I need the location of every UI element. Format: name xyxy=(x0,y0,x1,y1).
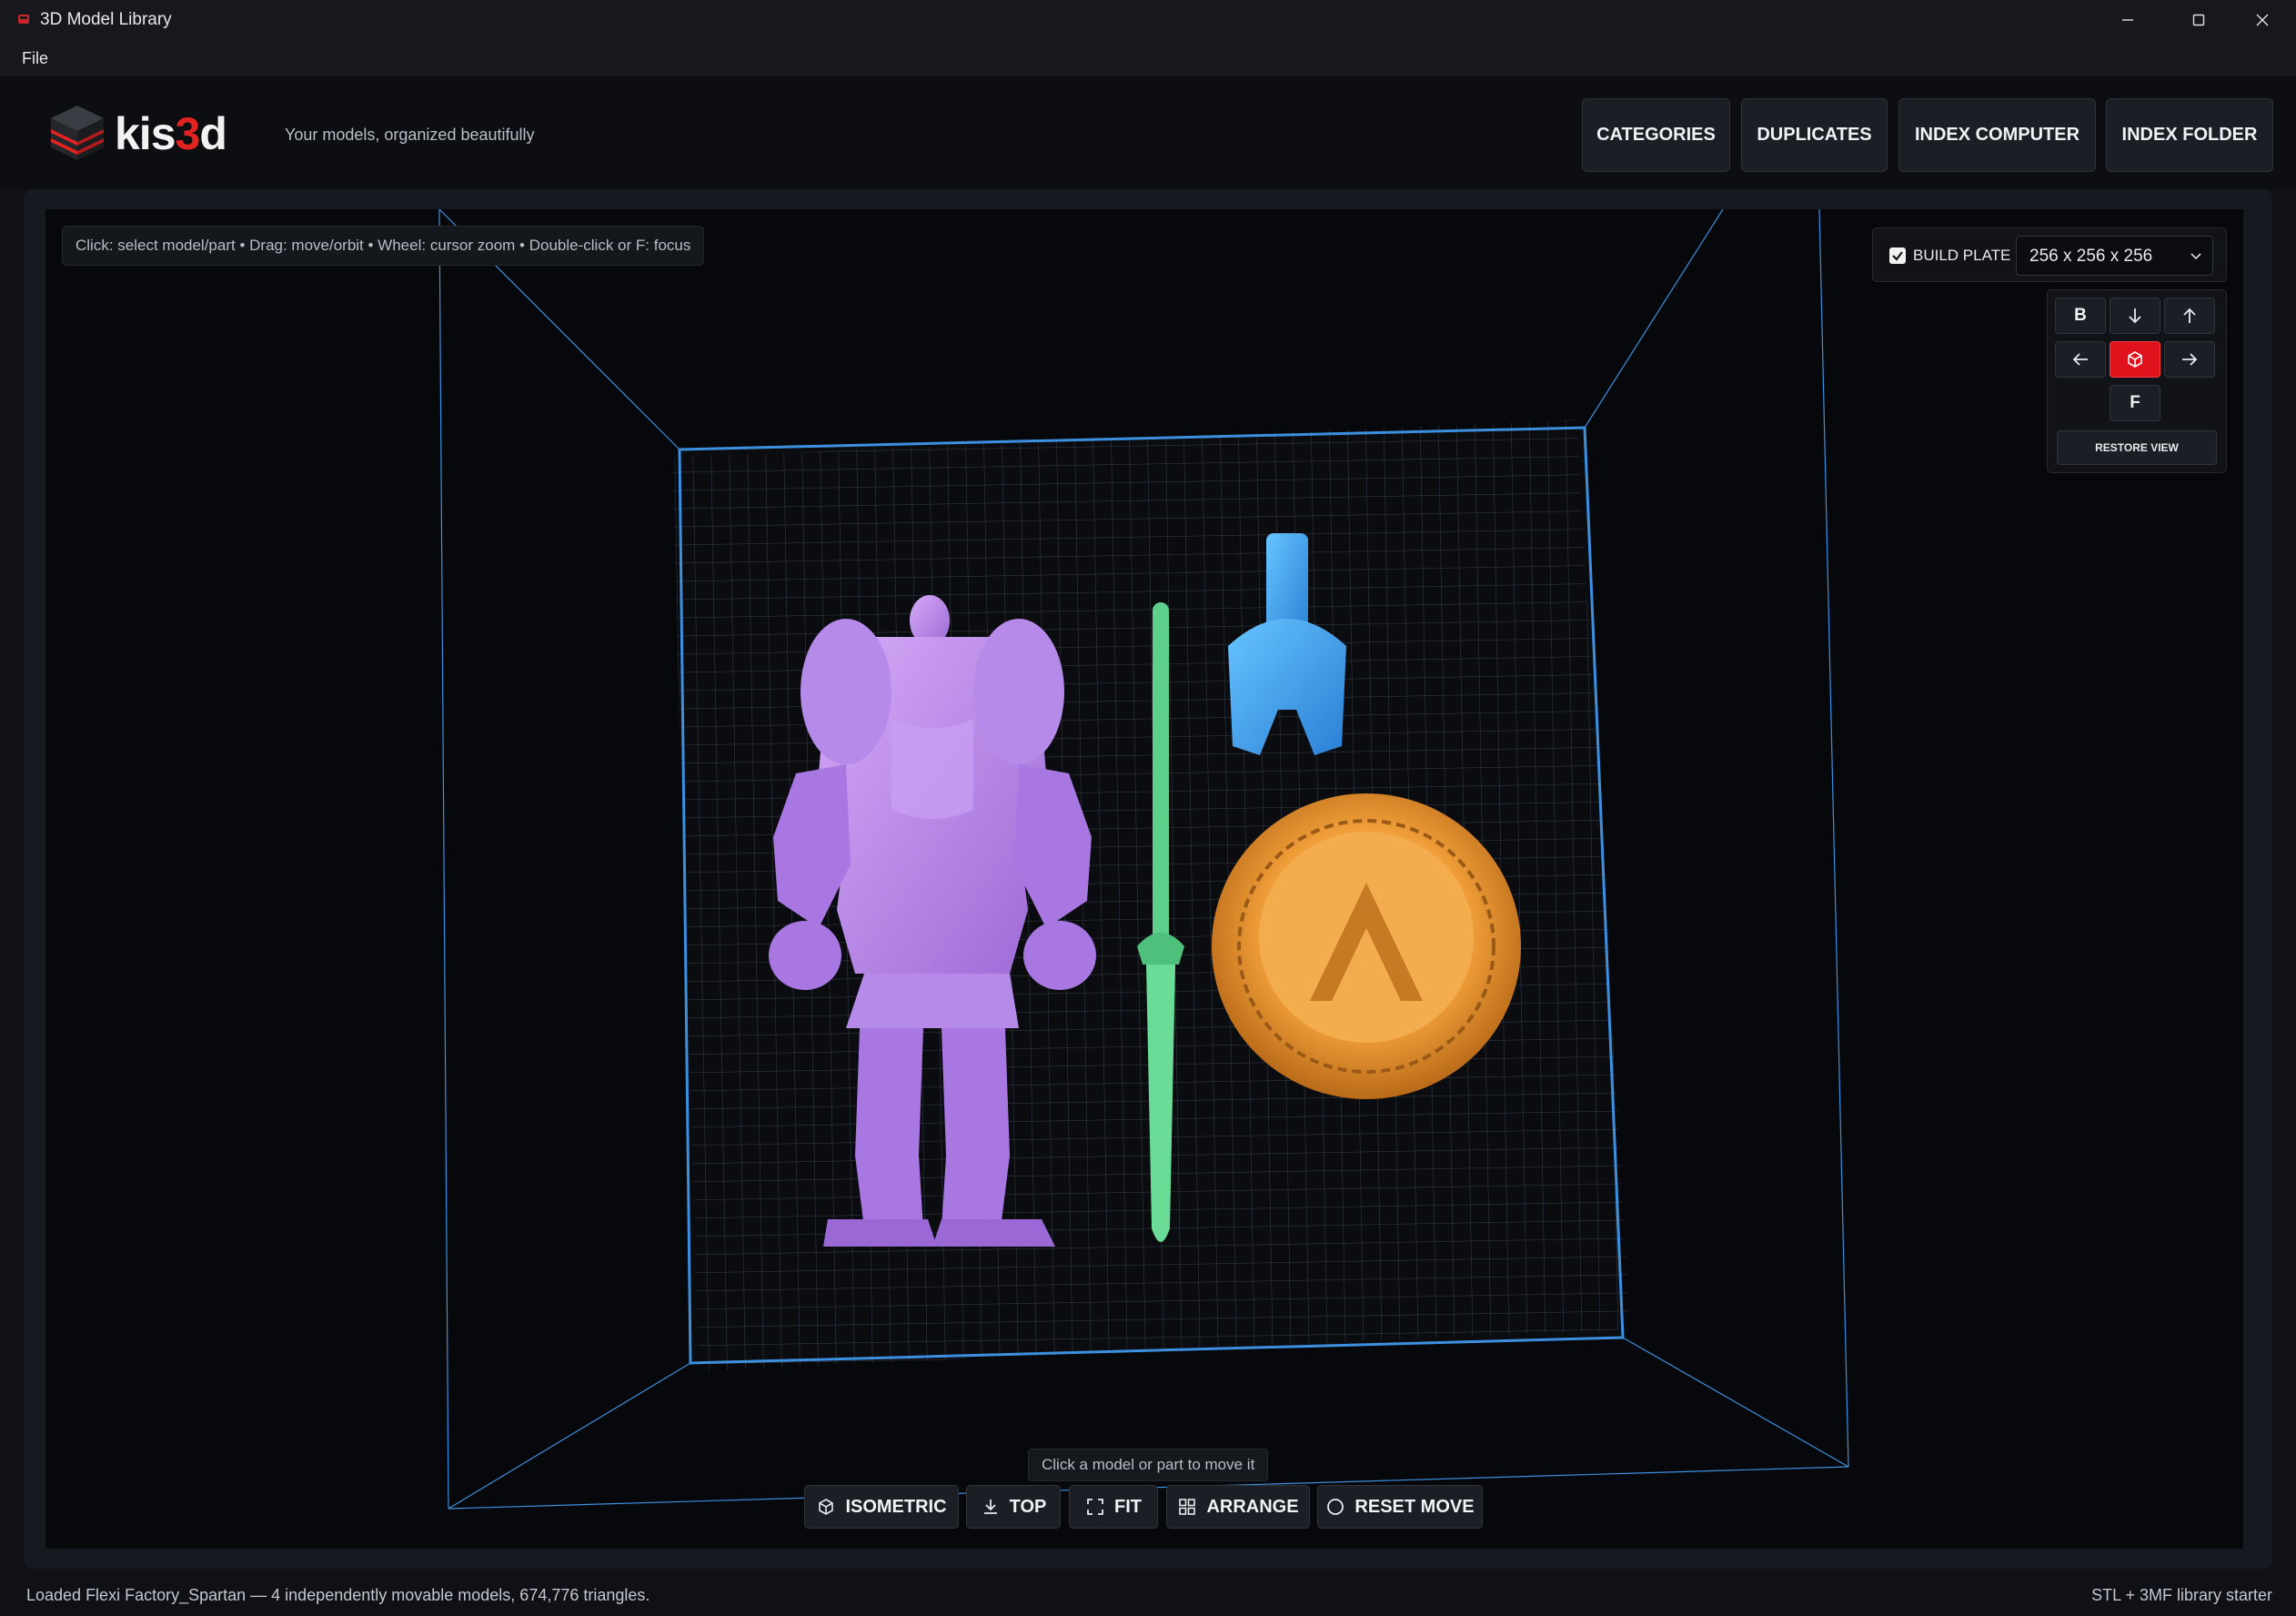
build-plate-label: BUILD PLATE xyxy=(1913,247,2011,264)
view-down-button[interactable] xyxy=(2110,298,2160,334)
view-up-button[interactable] xyxy=(2164,298,2215,334)
circle-icon xyxy=(1327,1499,1344,1515)
arrow-left-icon xyxy=(2072,353,2088,366)
cube-icon xyxy=(819,1499,834,1515)
build-plate-size-select[interactable]: 256 x 256 x 256 xyxy=(2016,236,2213,276)
3d-viewport[interactable]: Click: select model/part • Drag: move/or… xyxy=(45,209,2243,1549)
app-icon xyxy=(18,15,29,24)
cube-icon xyxy=(2128,351,2142,368)
status-bar: Loaded Flexi Factory_Spartan — 4 indepen… xyxy=(0,1576,2296,1616)
controls-hint: Click: select model/part • Drag: move/or… xyxy=(62,226,705,266)
check-icon xyxy=(1892,251,1903,261)
fit-frame-icon xyxy=(1087,1499,1103,1515)
view-front-button[interactable]: F xyxy=(2110,385,2160,421)
close-icon xyxy=(2256,14,2269,26)
arrow-up-icon xyxy=(2183,308,2196,323)
spartan-shield-model[interactable] xyxy=(1212,793,1521,1099)
arrow-down-icon xyxy=(2129,308,2141,324)
minimize-button[interactable] xyxy=(2096,0,2160,40)
move-hint: Click a model or part to move it xyxy=(1028,1449,1269,1481)
status-info: STL + 3MF library starter xyxy=(2091,1586,2272,1604)
view-controls: B F RESTORE VIEW xyxy=(2047,289,2227,473)
close-button[interactable] xyxy=(2231,0,2294,40)
menu-bar: File xyxy=(0,40,2296,76)
arrange-button[interactable]: ARRANGE xyxy=(1166,1485,1310,1529)
view-right-button[interactable] xyxy=(2164,341,2215,378)
view-back-button[interactable]: B xyxy=(2055,298,2106,334)
maximize-icon xyxy=(2192,14,2205,26)
title-bar: 3D Model Library xyxy=(0,0,2296,40)
build-plate-size-value: 256 x 256 x 256 xyxy=(2029,247,2153,266)
minimize-icon xyxy=(2122,19,2133,21)
isometric-button[interactable]: ISOMETRIC xyxy=(804,1485,959,1529)
logo-icon xyxy=(51,106,104,160)
view-iso-cube-button[interactable] xyxy=(2110,341,2160,378)
arrow-right-icon xyxy=(2182,353,2198,366)
restore-view-button[interactable]: RESTORE VIEW xyxy=(2057,430,2217,465)
build-plate-panel: BUILD PLATE 256 x 256 x 256 xyxy=(1872,227,2227,282)
build-plate-checkbox[interactable] xyxy=(1889,247,1906,264)
chevron-down-icon xyxy=(2190,253,2201,260)
index-computer-button[interactable]: INDEX COMPUTER xyxy=(1898,98,2096,172)
view-left-button[interactable] xyxy=(2055,341,2106,378)
status-message: Loaded Flexi Factory_Spartan — 4 indepen… xyxy=(26,1586,650,1604)
top-view-button[interactable]: TOP xyxy=(966,1485,1061,1529)
logo-wordmark: kis3d xyxy=(115,108,227,159)
fit-button[interactable]: FIT xyxy=(1069,1485,1158,1529)
tagline: Your models, organized beautifully xyxy=(285,126,535,144)
grid-icon xyxy=(1179,1499,1196,1515)
scene-canvas[interactable] xyxy=(45,209,2243,1549)
download-arrow-icon xyxy=(983,1500,997,1514)
index-folder-button[interactable]: INDEX FOLDER xyxy=(2106,98,2273,172)
window-title: 3D Model Library xyxy=(40,10,172,29)
categories-button[interactable]: CATEGORIES xyxy=(1582,98,1730,172)
duplicates-button[interactable]: DUPLICATES xyxy=(1741,98,1888,172)
menu-file[interactable]: File xyxy=(22,49,48,68)
maximize-button[interactable] xyxy=(2167,0,2231,40)
reset-move-button[interactable]: RESET MOVE xyxy=(1317,1485,1483,1529)
